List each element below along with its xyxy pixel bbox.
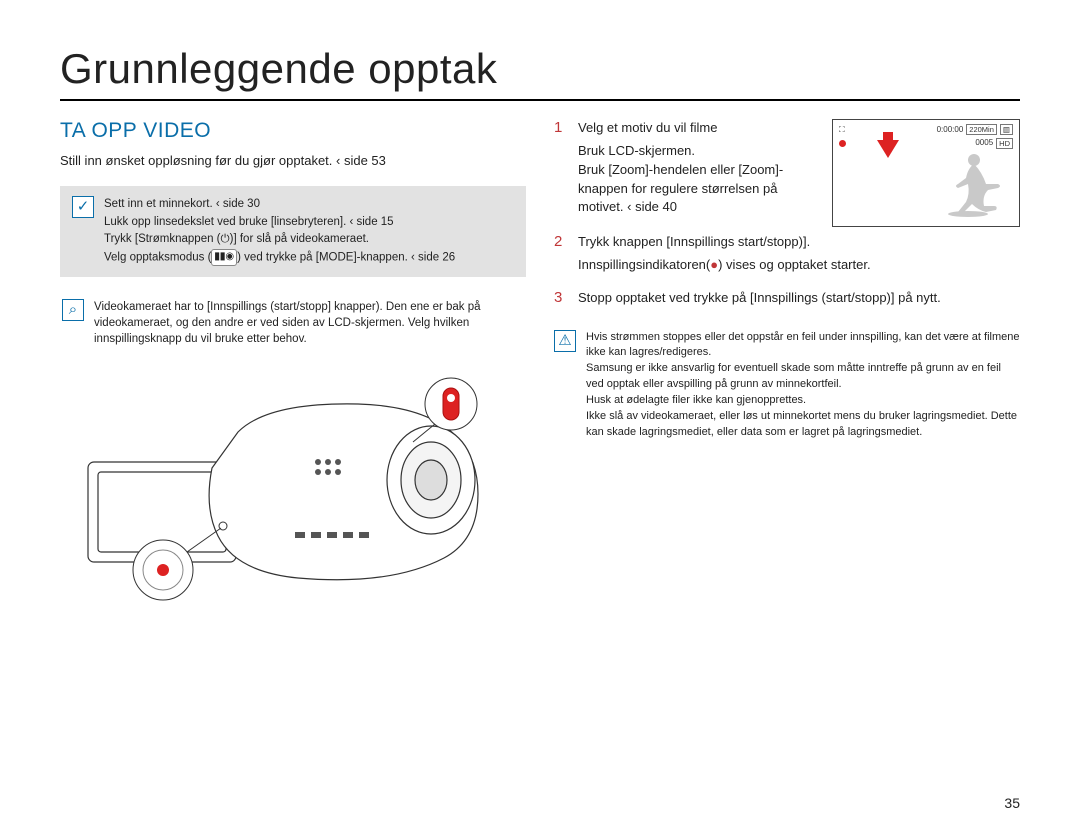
step-sub: Bruk LCD-skjermen. xyxy=(578,142,822,161)
rec-indicator-icon: ● xyxy=(710,257,718,272)
lcd-count: 0005 xyxy=(975,138,993,149)
note-line: Sett inn et minnekort. ‹ side 30 xyxy=(104,196,514,213)
rec-dot-icon xyxy=(839,140,846,147)
tip-box: ⌕ Videokameraet har to [Innspillings (st… xyxy=(60,299,526,348)
check-icon: ✓ xyxy=(72,196,94,218)
step-head: Trykk knappen [Innspillings start/stopp)… xyxy=(578,233,1020,252)
left-column: TA OPP VIDEO Still inn ønsket oppløsning… xyxy=(60,119,526,602)
note-line: Trykk [Strømknappen (⏻)] for slå på vide… xyxy=(104,231,514,248)
step-number: 2 xyxy=(554,233,568,275)
hd-icon: HD xyxy=(996,138,1013,149)
lcd-screen: ⛶ 0:00:00 220Min ▥ 0005 HD xyxy=(832,119,1020,227)
warning-lines: Hvis strømmen stoppes eller det oppstår … xyxy=(586,330,1020,442)
step-sub: Bruk [Zoom]-hendelen eller [Zoom]-knappe… xyxy=(578,161,822,218)
tip-text: Videokameraet har to [Innspillings (star… xyxy=(94,299,524,348)
warning-icon: ⚠ xyxy=(554,330,576,352)
photo-mode-icon: ◉ xyxy=(225,250,234,265)
lcd-remaining: 220Min xyxy=(966,124,997,135)
lcd-time: 0:00:00 xyxy=(937,125,964,134)
section-title: TA OPP VIDEO xyxy=(60,119,526,143)
step-3: 3 Stopp opptaket ved trykke på [Innspill… xyxy=(554,289,1020,308)
step-2: 2 Trykk knappen [Innspillings start/stop… xyxy=(554,233,1020,275)
intro-text: Still inn ønsket oppløsning før du gjør … xyxy=(60,153,526,168)
warning-box: ⚠ Hvis strømmen stoppes eller det oppstå… xyxy=(554,330,1020,442)
step-head: Stopp opptaket ved trykke på [Innspillin… xyxy=(578,289,1020,308)
warn-line: Samsung er ikke ansvarlig for eventuell … xyxy=(586,361,1020,392)
step-number: 1 xyxy=(554,119,568,217)
page-number: 35 xyxy=(1004,795,1020,811)
stby-icon: ⛶ xyxy=(839,125,845,135)
warn-line: Hvis strømmen stoppes eller det oppstår … xyxy=(586,330,1020,361)
right-column: ⛶ 0:00:00 220Min ▥ 0005 HD xyxy=(554,119,1020,602)
red-arrow-icon xyxy=(877,140,899,158)
video-mode-icon: ▮▮ xyxy=(214,250,225,265)
step-head: Velg et motiv du vil filme xyxy=(578,119,822,138)
manual-page: Grunnleggende opptak TA OPP VIDEO Still … xyxy=(0,0,1080,622)
note-line: Lukk opp linsedekslet ved bruke [linsebr… xyxy=(104,214,514,231)
note-lines: Sett inn et minnekort. ‹ side 30 Lukk op… xyxy=(104,196,514,267)
warn-line: Ikke slå av videokameraet, eller løs ut … xyxy=(586,409,1020,440)
step-1: 1 Velg et motiv du vil filme Bruk LCD-sk… xyxy=(554,119,822,217)
note-line: Velg opptaksmodus (▮▮◉) ved trykke på [M… xyxy=(104,249,514,266)
mode-icons: ▮▮◉ xyxy=(211,249,237,266)
page-title: Grunnleggende opptak xyxy=(60,45,1020,101)
battery-icon: ▥ xyxy=(1000,124,1013,135)
step-sub: Innspillingsindikatoren(●) vises og oppt… xyxy=(578,256,1020,275)
lcd-preview: ⛶ 0:00:00 220Min ▥ 0005 HD xyxy=(832,119,1020,227)
camcorder-illustration xyxy=(60,362,526,602)
two-column-layout: TA OPP VIDEO Still inn ønsket oppløsning… xyxy=(60,119,1020,602)
power-icon: ⏻ xyxy=(221,233,230,245)
warn-line: Husk at ødelagte filer ikke kan gjenoppr… xyxy=(586,393,1020,408)
skater-silhouette xyxy=(939,150,1011,220)
step-number: 3 xyxy=(554,289,568,308)
magnify-icon: ⌕ xyxy=(62,299,84,321)
note-box: ✓ Sett inn et minnekort. ‹ side 30 Lukk … xyxy=(60,186,526,277)
